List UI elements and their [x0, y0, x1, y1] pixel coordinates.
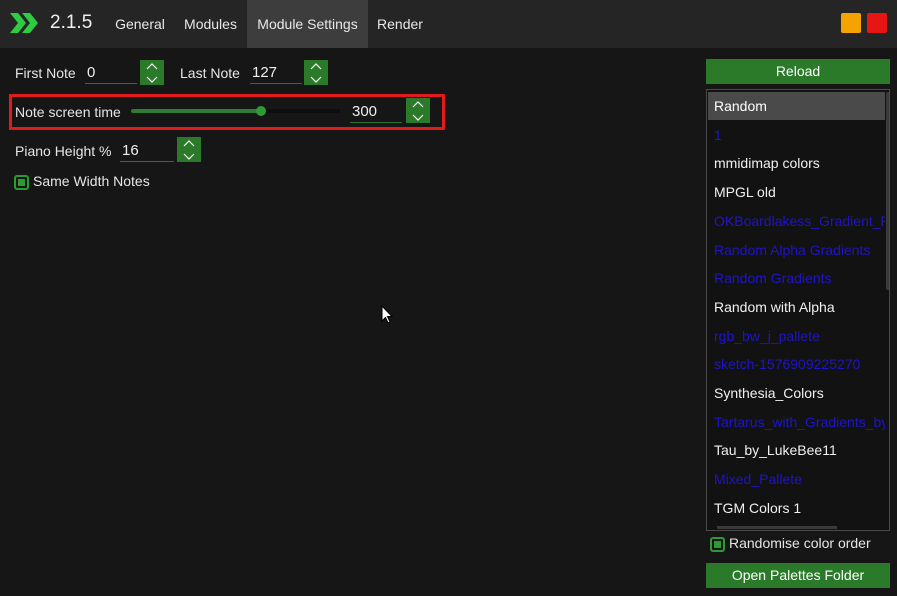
palette-item[interactable]: TGM Colors 1	[708, 494, 885, 522]
slider-fill	[131, 109, 261, 113]
palette-item[interactable]: OKBoardlakess_Gradient_Pal	[708, 207, 885, 235]
same-width-notes-checkbox[interactable]	[14, 175, 29, 190]
mouse-cursor-icon	[381, 304, 394, 329]
last-note-spinner[interactable]	[304, 60, 328, 85]
tab-general[interactable]: General	[107, 0, 173, 48]
close-button[interactable]	[867, 13, 887, 33]
note-screen-time-input[interactable]: 300	[350, 101, 402, 123]
horizontal-scrollbar[interactable]	[717, 526, 837, 529]
last-note-label: Last Note	[180, 65, 240, 81]
palette-item[interactable]: sketch-1576909225270	[708, 350, 885, 378]
palette-item[interactable]: rgb_bw_j_pallete	[708, 322, 885, 350]
reload-button[interactable]: Reload	[706, 59, 890, 84]
palette-item[interactable]: mmidimap colors	[708, 149, 885, 177]
palette-item[interactable]: 1	[708, 121, 885, 149]
title-bar: 2.1.5 General Modules Module Settings Re…	[0, 0, 897, 48]
last-note-input[interactable]: 127	[250, 62, 302, 84]
piano-height-input[interactable]: 16	[120, 140, 174, 162]
palette-item[interactable]: Random Gradients	[708, 264, 885, 292]
randomise-color-order-label: Randomise color order	[729, 535, 871, 551]
palette-item[interactable]: Random	[708, 92, 885, 120]
first-note-label: First Note	[15, 65, 76, 81]
palette-item[interactable]: Synthesia_Colors	[708, 379, 885, 407]
same-width-notes-label: Same Width Notes	[33, 173, 150, 189]
chevron-up-icon[interactable]	[140, 60, 164, 72]
palette-item[interactable]: Random Alpha Gradients	[708, 236, 885, 264]
palette-item[interactable]: Random with Alpha	[708, 293, 885, 321]
first-note-spinner[interactable]	[140, 60, 164, 85]
slider-thumb[interactable]	[255, 106, 266, 116]
checkbox-check	[18, 179, 25, 186]
note-screen-time-slider[interactable]	[131, 106, 340, 116]
chevron-down-icon[interactable]	[177, 150, 201, 162]
palette-list[interactable]: Random 1 mmidimap colors MPGL old OKBoardlak…	[706, 89, 890, 531]
note-screen-time-spinner[interactable]	[406, 98, 430, 123]
tab-render[interactable]: Render	[370, 0, 430, 48]
chevron-up-icon[interactable]	[406, 98, 430, 110]
minimize-button[interactable]	[841, 13, 861, 33]
palette-item[interactable]: MPGL old	[708, 178, 885, 206]
chevron-down-icon[interactable]	[140, 73, 164, 85]
chevron-up-icon[interactable]	[304, 60, 328, 72]
palette-item[interactable]: Tau_by_LukeBee11	[708, 436, 885, 464]
open-palettes-folder-button[interactable]: Open Palettes Folder	[706, 563, 890, 588]
piano-height-spinner[interactable]	[177, 137, 201, 162]
double-chevron-right-icon	[10, 13, 40, 33]
piano-height-label: Piano Height %	[15, 143, 112, 159]
randomise-color-order-checkbox[interactable]	[710, 537, 725, 552]
app-version: 2.1.5	[50, 12, 93, 33]
note-screen-time-label: Note screen time	[15, 104, 121, 120]
first-note-input[interactable]: 0	[85, 62, 137, 84]
tab-module-settings[interactable]: Module Settings	[247, 0, 368, 48]
chevron-up-icon[interactable]	[177, 137, 201, 149]
tab-modules[interactable]: Modules	[175, 0, 246, 48]
palette-item[interactable]: Mixed_Pallete	[708, 465, 885, 493]
chevron-down-icon[interactable]	[304, 73, 328, 85]
checkbox-check	[714, 541, 721, 548]
palette-item[interactable]: Tartarus_with_Gradients_by_L	[708, 408, 885, 436]
chevron-down-icon[interactable]	[406, 111, 430, 123]
vertical-scrollbar[interactable]	[886, 92, 889, 290]
